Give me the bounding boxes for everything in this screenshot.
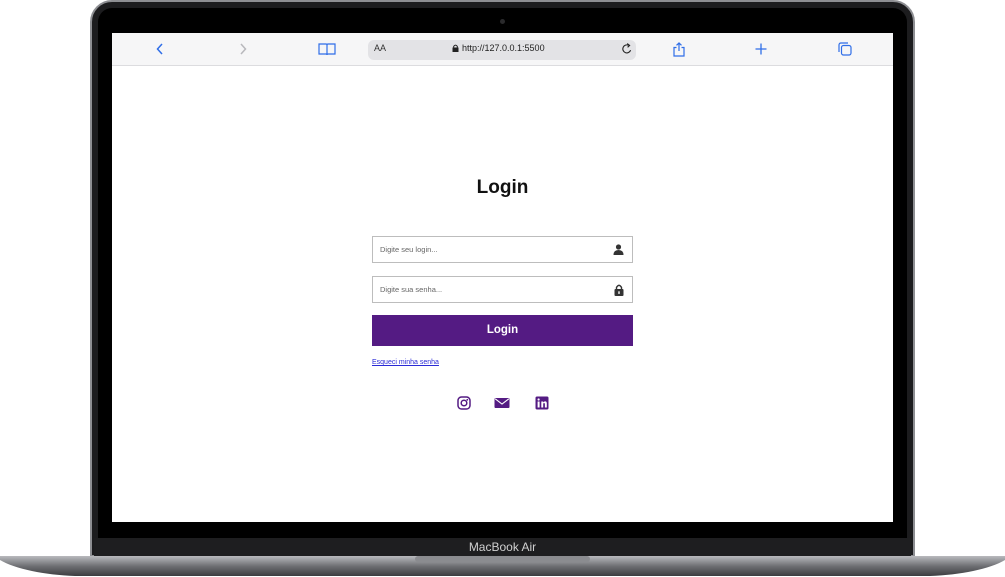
page-title: Login (476, 177, 529, 198)
password-field[interactable] (372, 276, 633, 303)
username-input[interactable] (373, 237, 600, 262)
chevron-left-icon[interactable] (148, 39, 172, 59)
lock-icon (614, 284, 624, 296)
password-input[interactable] (373, 277, 600, 302)
book-icon[interactable] (315, 39, 339, 59)
linkedin-icon[interactable] (534, 395, 550, 411)
url-display[interactable]: http://127.0.0.1:5500 (452, 43, 545, 53)
laptop-base (0, 556, 1005, 576)
username-field[interactable] (372, 236, 633, 263)
device-label: MacBook Air (468, 540, 537, 554)
forgot-password-link[interactable]: Esqueci minha senha (372, 359, 439, 366)
share-icon[interactable] (667, 39, 691, 59)
tabs-icon[interactable] (833, 39, 857, 59)
browser-toolbar: AA http://127.0.0.1:5500 (112, 33, 893, 66)
url-text: http://127.0.0.1:5500 (462, 43, 545, 53)
user-icon (613, 244, 624, 255)
mail-icon[interactable] (494, 395, 510, 411)
lock-icon (452, 44, 459, 52)
login-button[interactable]: Login (372, 315, 633, 346)
camera (500, 19, 505, 24)
instagram-icon[interactable] (456, 395, 472, 411)
chevron-right-icon[interactable] (231, 39, 255, 59)
text-size-button[interactable]: AA (374, 43, 386, 53)
plus-icon[interactable] (749, 39, 773, 59)
reload-icon[interactable] (615, 39, 639, 59)
browser-window: AA http://127.0.0.1:5500 Login Login Esq… (112, 33, 893, 522)
